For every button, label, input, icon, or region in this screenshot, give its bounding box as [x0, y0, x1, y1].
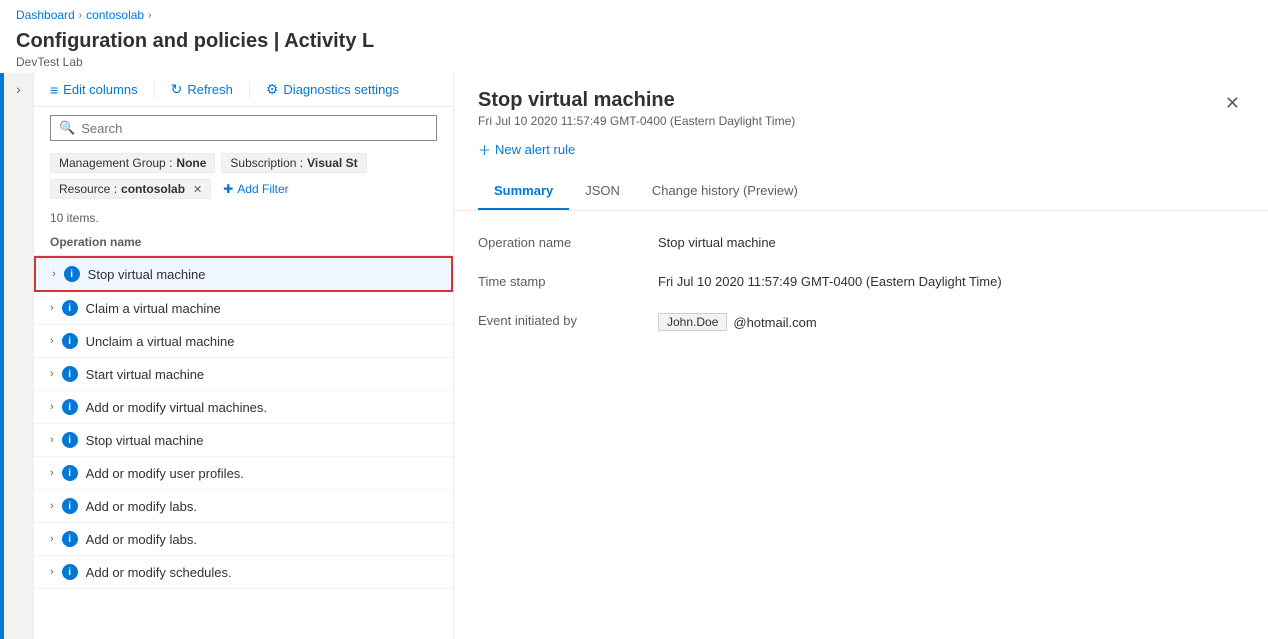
- list-item[interactable]: › i Add or modify schedules.: [34, 556, 453, 589]
- left-panel: ≡ Edit columns ↻ Refresh ⚙ Diagnostics s…: [34, 73, 454, 639]
- filter-subscription: Subscription : Visual St: [221, 153, 366, 173]
- row-expand-icon: ›: [50, 500, 54, 512]
- row-expand-icon: ›: [50, 533, 54, 545]
- search-bar: 🔍: [34, 107, 453, 149]
- row-expand-icon: ›: [50, 566, 54, 578]
- diagnostics-icon: ⚙: [266, 81, 279, 98]
- field-label-event-initiated: Event initiated by: [478, 313, 658, 328]
- detail-tabs: Summary JSON Change history (Preview): [478, 175, 1221, 210]
- breadcrumb-dashboard[interactable]: Dashboard: [16, 8, 75, 22]
- info-icon: i: [62, 465, 78, 481]
- add-filter-button[interactable]: ✚ Add Filter: [217, 179, 294, 199]
- row-expand-icon: ›: [50, 335, 54, 347]
- sidebar-toggle-icon[interactable]: ›: [16, 81, 21, 97]
- list-item[interactable]: › i Add or modify virtual machines.: [34, 391, 453, 424]
- info-icon: i: [62, 432, 78, 448]
- detail-row-event-initiated: Event initiated by John.Doe @hotmail.com: [478, 313, 1244, 331]
- row-expand-icon: ›: [50, 434, 54, 446]
- user-email: @hotmail.com: [733, 315, 816, 330]
- tab-json[interactable]: JSON: [569, 175, 636, 210]
- plus-icon: ＋: [478, 140, 491, 159]
- items-count: 10 items.: [34, 207, 453, 229]
- breadcrumb: Dashboard › contosolab ›: [0, 0, 1268, 30]
- tab-summary[interactable]: Summary: [478, 175, 569, 210]
- detail-content: Operation name Stop virtual machine Time…: [454, 211, 1268, 639]
- info-icon: i: [62, 531, 78, 547]
- user-name-badge: John.Doe: [658, 313, 727, 331]
- field-value-timestamp: Fri Jul 10 2020 11:57:49 GMT-0400 (Easte…: [658, 274, 1244, 289]
- detail-row-timestamp: Time stamp Fri Jul 10 2020 11:57:49 GMT-…: [478, 274, 1244, 289]
- diagnostics-settings-button[interactable]: ⚙ Diagnostics settings: [266, 81, 399, 98]
- table-column-header: Operation name: [34, 229, 453, 256]
- field-label-timestamp: Time stamp: [478, 274, 658, 289]
- user-badge: John.Doe @hotmail.com: [658, 313, 817, 331]
- field-value-event-initiated: John.Doe @hotmail.com: [658, 313, 1244, 331]
- tab-change-history[interactable]: Change history (Preview): [636, 175, 814, 210]
- page-title: Configuration and policies | Activity L: [16, 30, 1252, 53]
- list-item-text: Stop virtual machine: [86, 433, 204, 448]
- toolbar: ≡ Edit columns ↻ Refresh ⚙ Diagnostics s…: [34, 73, 453, 107]
- list-item-text: Add or modify labs.: [86, 532, 197, 547]
- detail-title-area: Stop virtual machine Fri Jul 10 2020 11:…: [478, 89, 1221, 210]
- detail-title: Stop virtual machine: [478, 89, 1221, 112]
- remove-resource-filter-button[interactable]: ✕: [193, 183, 202, 196]
- edit-columns-icon: ≡: [50, 82, 58, 98]
- toolbar-separator: [154, 82, 155, 98]
- toolbar-separator-2: [249, 82, 250, 98]
- page-subtitle: DevTest Lab: [16, 55, 1252, 69]
- sidebar-toggle[interactable]: ›: [4, 73, 34, 639]
- row-expand-icon: ›: [50, 302, 54, 314]
- add-filter-icon: ✚: [223, 182, 233, 196]
- page-header: Configuration and policies | Activity L …: [0, 30, 1268, 73]
- filter-management-group: Management Group : None: [50, 153, 215, 173]
- list-item-text: Stop virtual machine: [88, 267, 206, 282]
- list-item[interactable]: › i Claim a virtual machine: [34, 292, 453, 325]
- row-expand-icon: ›: [50, 467, 54, 479]
- field-value-operation-name: Stop virtual machine: [658, 235, 1244, 250]
- info-icon: i: [62, 498, 78, 514]
- detail-row-operation-name: Operation name Stop virtual machine: [478, 235, 1244, 250]
- search-icon: 🔍: [59, 120, 75, 136]
- info-icon: i: [62, 564, 78, 580]
- list-item-text: Add or modify schedules.: [86, 565, 232, 580]
- info-icon: i: [62, 300, 78, 316]
- search-input[interactable]: [81, 121, 428, 136]
- list-item[interactable]: › i Start virtual machine: [34, 358, 453, 391]
- info-icon: i: [62, 366, 78, 382]
- breadcrumb-contosolab[interactable]: contosolab: [86, 8, 144, 22]
- list-item[interactable]: › i Stop virtual machine: [34, 424, 453, 457]
- edit-columns-button[interactable]: ≡ Edit columns: [50, 82, 138, 98]
- row-expand-icon: ›: [50, 401, 54, 413]
- list-item-text: Add or modify user profiles.: [86, 466, 244, 481]
- detail-header: Stop virtual machine Fri Jul 10 2020 11:…: [454, 73, 1268, 211]
- list-item-text: Start virtual machine: [86, 367, 205, 382]
- list-item[interactable]: › i Stop virtual machine: [34, 256, 453, 292]
- detail-subtitle: Fri Jul 10 2020 11:57:49 GMT-0400 (Easte…: [478, 114, 1221, 128]
- list-item[interactable]: › i Add or modify labs.: [34, 523, 453, 556]
- info-icon: i: [64, 266, 80, 282]
- filters-bar: Management Group : None Subscription : V…: [34, 149, 453, 207]
- list-item[interactable]: › i Add or modify user profiles.: [34, 457, 453, 490]
- list-item-text: Claim a virtual machine: [86, 301, 221, 316]
- operations-list: › i Stop virtual machine › i Claim a vir…: [34, 256, 453, 639]
- list-item-text: Add or modify labs.: [86, 499, 197, 514]
- row-expand-icon: ›: [52, 268, 56, 280]
- row-expand-icon: ›: [50, 368, 54, 380]
- search-input-wrap: 🔍: [50, 115, 437, 141]
- new-alert-rule-button[interactable]: ＋ New alert rule: [478, 140, 575, 171]
- field-label-operation-name: Operation name: [478, 235, 658, 250]
- info-icon: i: [62, 333, 78, 349]
- info-icon: i: [62, 399, 78, 415]
- detail-panel: Stop virtual machine Fri Jul 10 2020 11:…: [454, 73, 1268, 639]
- filter-resource: Resource : contosolab ✕: [50, 179, 211, 199]
- list-item[interactable]: › i Unclaim a virtual machine: [34, 325, 453, 358]
- list-item[interactable]: › i Add or modify labs.: [34, 490, 453, 523]
- list-item-text: Unclaim a virtual machine: [86, 334, 235, 349]
- refresh-icon: ↻: [171, 81, 183, 98]
- refresh-button[interactable]: ↻ Refresh: [171, 81, 233, 98]
- list-item-text: Add or modify virtual machines.: [86, 400, 267, 415]
- close-detail-button[interactable]: ✕: [1221, 89, 1244, 118]
